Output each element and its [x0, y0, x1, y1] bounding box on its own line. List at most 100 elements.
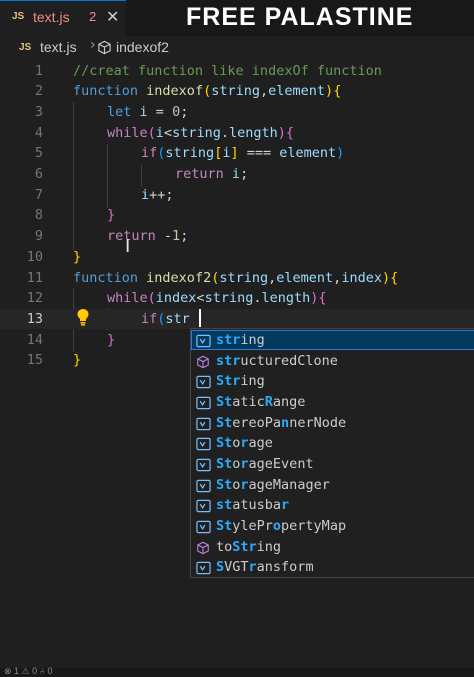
code-line[interactable]: 11 function indexof2(string,element,index… — [0, 268, 474, 288]
variable-icon — [196, 478, 211, 497]
suggestion-label: String — [216, 373, 265, 390]
code-token: ) — [336, 145, 345, 162]
cube-icon — [98, 40, 111, 55]
code-text: return -1; — [107, 226, 188, 246]
code-line[interactable]: 8} — [0, 205, 474, 225]
suggestion-label: StylePropertyMap — [216, 517, 347, 534]
lightbulb-icon[interactable] — [76, 308, 90, 326]
code-token: } — [73, 352, 82, 369]
code-text: while(i<string.length){ — [107, 123, 294, 143]
suggestion-label: string — [216, 332, 265, 348]
code-token: ( — [203, 83, 212, 100]
code-text: return i; — [175, 164, 248, 184]
code-text: } — [107, 205, 115, 225]
code-token: i — [141, 186, 150, 203]
code-token: let — [107, 103, 132, 120]
suggestion-item[interactable]: String — [191, 371, 474, 391]
code-token: while — [107, 290, 148, 307]
tab-filename: text.js — [33, 9, 70, 25]
code-token: ) — [381, 269, 391, 286]
code-token: //creat function like indexOf function — [73, 62, 382, 79]
code-token: , — [260, 83, 269, 100]
code-token: - — [155, 228, 173, 245]
chevron-right-icon: › — [90, 37, 96, 53]
code-token: length — [228, 124, 278, 141]
close-icon[interactable]: ✕ — [106, 7, 119, 26]
code-token: element — [279, 145, 337, 162]
javascript-file-icon: JS — [12, 11, 25, 22]
suggestion-item[interactable]: StylePropertyMap — [191, 516, 474, 536]
code-line[interactable]: 6 return i; — [0, 164, 474, 184]
code-text: function indexof2(string,element,index){ — [73, 268, 398, 288]
variable-icon — [196, 374, 211, 393]
suggestion-label: Storage — [216, 435, 273, 452]
line-number: 15 — [26, 352, 43, 369]
status-bar-text: ⊗ 1 ⚠ 0 ⑃ 0 — [4, 666, 53, 676]
tab-bar: JS text.js 2 ✕ FREE PALASTINE — [0, 0, 474, 36]
code-token: i — [155, 124, 164, 141]
code-token: element — [276, 269, 334, 286]
code-line[interactable]: 13 if(str — [0, 308, 474, 329]
suggestion-item[interactable]: Storage — [191, 433, 474, 453]
code-token: ++; — [149, 186, 174, 203]
suggestion-item[interactable]: StereoPannerNode — [191, 413, 474, 433]
code-line[interactable]: 12 while(index<string.length){ — [0, 288, 474, 308]
code-text: i++; — [141, 185, 174, 205]
editor-tab-textjs[interactable]: JS text.js 2 ✕ — [0, 0, 126, 36]
code-token: i — [231, 166, 241, 182]
code-line[interactable]: 3 let i = 0; — [0, 102, 474, 122]
suggestion-item[interactable]: StorageManager — [191, 475, 474, 495]
code-token: = — [147, 103, 173, 120]
code-line[interactable]: 10} — [0, 247, 474, 267]
problem-count-badge: 2 — [89, 9, 97, 24]
suggestion-item[interactable]: StaticRange — [191, 392, 474, 412]
code-line[interactable]: 4 while(i<string.length){ — [0, 123, 474, 143]
line-number: 11 — [26, 269, 43, 286]
autocomplete-suggest-widget[interactable]: string structuredClone String StaticRange St… — [190, 328, 474, 578]
code-token: string — [165, 145, 215, 162]
code-token: ] — [230, 145, 239, 162]
suggestion-label: StorageManager — [216, 476, 330, 493]
suggestion-item[interactable]: statusbar — [191, 495, 474, 515]
mouse-ibeam-cursor: I — [125, 236, 131, 257]
code-text: } — [73, 350, 81, 370]
suggestion-label: SVGTransform — [216, 559, 314, 576]
line-number: 3 — [34, 103, 43, 120]
code-token: element — [268, 83, 326, 100]
suggestion-item[interactable]: SVGTransform — [191, 557, 474, 577]
suggestion-item[interactable]: toString — [191, 537, 474, 557]
code-text: while(index<string.length){ — [107, 288, 327, 308]
suggestion-label: StorageEvent — [216, 455, 314, 472]
code-line[interactable]: 7 i++; — [0, 185, 474, 205]
code-token: string — [204, 290, 254, 307]
breadcrumb-symbol[interactable]: indexof2 — [116, 39, 169, 55]
variable-icon — [196, 457, 211, 476]
suggestion-label: structuredClone — [216, 352, 338, 369]
code-token: . — [220, 124, 229, 141]
method-cube-icon — [196, 354, 210, 373]
code-token: indexof — [146, 83, 204, 100]
suggestion-item[interactable]: string — [191, 330, 474, 350]
code-token: ) — [325, 83, 334, 100]
suggestion-label: StaticRange — [216, 393, 306, 410]
javascript-file-icon: JS — [19, 42, 32, 53]
method-cube-icon — [196, 540, 210, 559]
variable-icon — [196, 560, 211, 579]
code-line[interactable]: 2 function indexof(string,element){ — [0, 81, 474, 101]
suggestion-item[interactable]: StorageEvent — [191, 454, 474, 474]
code-text: //creat function like indexOf function — [73, 61, 382, 81]
line-number: 10 — [26, 248, 43, 265]
line-number: 2 — [34, 83, 43, 100]
code-line[interactable]: 5 if(string[i] === element) — [0, 143, 474, 163]
code-text: } — [107, 330, 115, 350]
code-token: 0 — [172, 103, 181, 120]
breadcrumb-file[interactable]: text.js — [40, 39, 77, 55]
suggestion-item[interactable]: structuredClone — [191, 351, 474, 371]
code-token: ; — [180, 103, 189, 120]
code-line[interactable]: 1 //creat function like indexOf function — [0, 61, 474, 81]
code-text: if(string[i] === element) — [141, 143, 344, 163]
code-token: 1 — [172, 228, 181, 245]
code-line[interactable]: 9 return -1; — [0, 226, 474, 246]
